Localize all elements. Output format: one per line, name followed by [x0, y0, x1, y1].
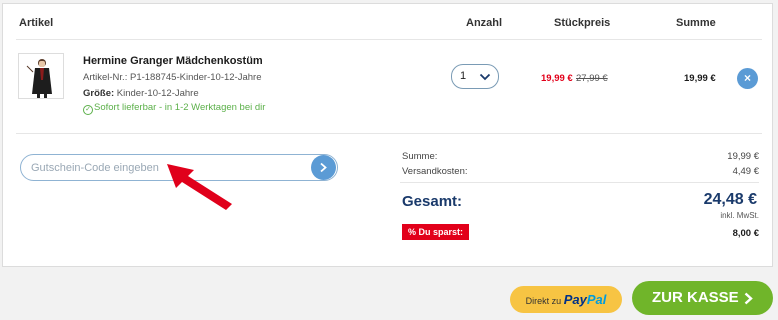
size-value: Kinder-10-12-Jahre [116, 88, 199, 99]
availability-status: ✓ Sofort lieferbar - in 1-2 Werktagen bei… [83, 102, 265, 115]
grand-total-label: Gesamt: [402, 193, 463, 210]
remove-item-button[interactable]: × [737, 68, 758, 89]
paypal-button[interactable]: Direkt zu PayPal [510, 286, 622, 313]
close-icon: × [743, 71, 751, 85]
quantity-select[interactable]: 1 [451, 64, 499, 89]
size-label: Größe: [83, 88, 115, 99]
product-name[interactable]: Hermine Granger Mädchenkostüm [83, 55, 263, 67]
subtotal-label: Summe: [402, 151, 438, 162]
checkout-label: ZUR KASSE [652, 289, 739, 306]
cart-panel [2, 3, 773, 267]
column-header-unit-price: Stückpreis [554, 17, 611, 29]
chevron-down-icon [479, 73, 491, 81]
column-header-quantity: Anzahl [466, 17, 503, 29]
quantity-value: 1 [460, 70, 467, 82]
article-number: P1-188745-Kinder-10-12-Jahre [129, 72, 262, 83]
product-thumbnail[interactable] [18, 53, 64, 99]
old-price: 27,99 € [576, 73, 608, 84]
unit-price: 19,99 € [541, 73, 573, 84]
chevron-right-icon [744, 292, 753, 305]
paypal-logo: PayPal [563, 292, 607, 307]
savings-value: 8,00 € [732, 228, 759, 239]
article-number-line: Artikel-Nr.: P1-188745-Kinder-10-12-Jahr… [83, 72, 261, 83]
header-divider [16, 39, 762, 40]
size-line: Größe: Kinder-10-12-Jahre [83, 88, 199, 99]
shipping-label: Versandkosten: [402, 166, 468, 177]
article-number-label: Artikel-Nr.: [83, 72, 128, 83]
costume-image [26, 59, 52, 98]
availability-text: Sofort lieferbar - in 1-2 Werktagen bei … [94, 102, 266, 113]
column-header-total: Summe [676, 17, 716, 29]
line-total: 19,99 € [684, 73, 716, 84]
checkout-button[interactable]: ZUR KASSE [632, 281, 773, 315]
totals-divider [400, 182, 759, 183]
paypal-prefix: Direkt zu [525, 296, 562, 306]
item-divider [16, 133, 762, 134]
savings-badge: % Du sparst: [402, 224, 469, 240]
annotation-arrow-icon [167, 164, 232, 210]
grand-total-value: 24,48 € [703, 191, 757, 208]
column-header-article: Artikel [19, 17, 54, 29]
subtotal-value: 19,99 € [727, 151, 759, 162]
shipping-value: 4,49 € [732, 166, 759, 177]
checkmark-icon: ✓ [83, 105, 93, 115]
coupon-submit-button[interactable] [311, 155, 336, 180]
chevron-right-icon [320, 162, 327, 173]
vat-note: inkl. MwSt. [720, 211, 759, 220]
